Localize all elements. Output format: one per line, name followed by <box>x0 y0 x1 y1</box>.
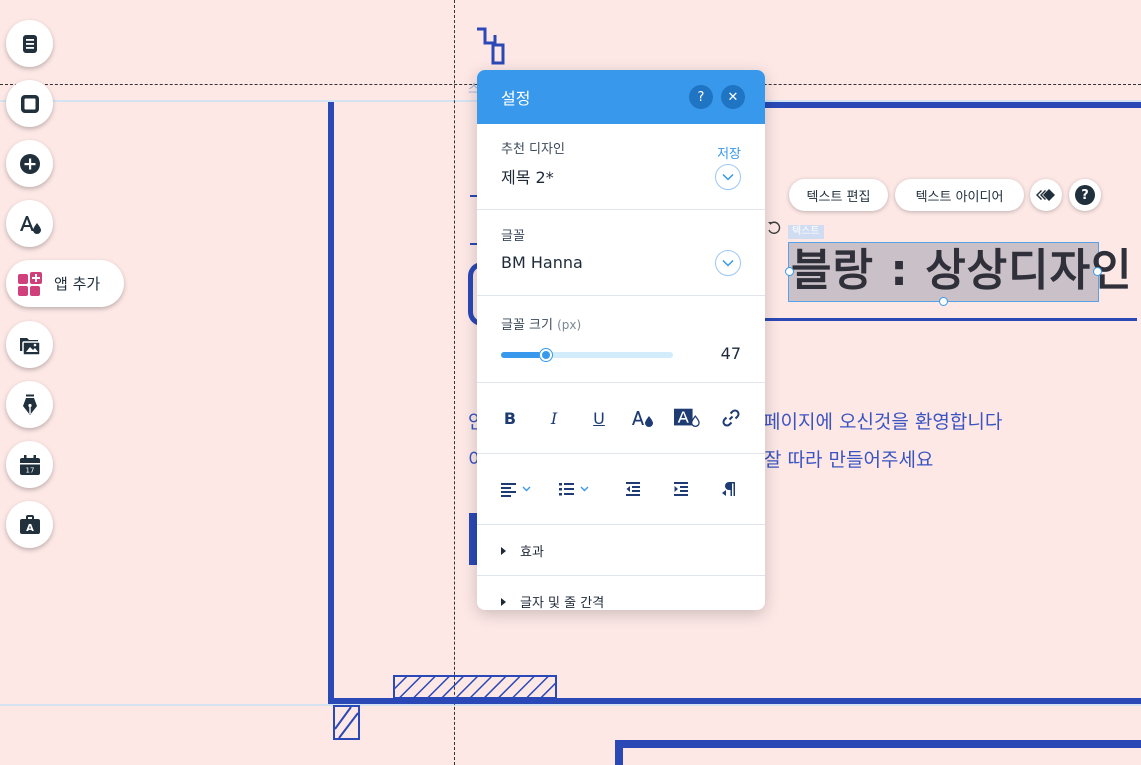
text-direction-button[interactable] <box>716 476 742 502</box>
text-color-button[interactable] <box>630 405 656 431</box>
animation-button[interactable] <box>1030 179 1062 211</box>
decrease-indent-button[interactable] <box>620 476 646 502</box>
underline-button[interactable]: U <box>586 405 612 431</box>
frame-left-border <box>328 102 334 704</box>
effects-section[interactable]: 효과 <box>477 525 765 576</box>
media-button[interactable] <box>6 321 53 368</box>
pen-nib-icon <box>22 394 37 415</box>
chevron-down-icon <box>722 173 734 181</box>
effects-label: 효과 <box>520 545 544 560</box>
paragraph-section <box>477 454 765 525</box>
slider-handle[interactable] <box>539 348 553 362</box>
frame-top-border <box>760 102 1141 108</box>
pages-icon <box>22 34 37 53</box>
font-size-slider[interactable] <box>501 348 673 362</box>
help-icon: ? <box>1075 185 1095 205</box>
guide-line-bottom <box>0 704 1141 706</box>
svg-text:A: A <box>26 523 34 534</box>
pages-button[interactable] <box>6 20 53 67</box>
heading-underline <box>765 318 1137 321</box>
spacing-label: 글자 및 줄 간격 <box>520 596 605 610</box>
heading-text[interactable]: 블랑 : 상상디자인 <box>791 245 1133 297</box>
lower-frame-top <box>615 740 1141 748</box>
element-type-tag: 텍스트 <box>788 225 824 239</box>
edit-text-button[interactable]: 텍스트 편집 <box>789 179 888 211</box>
help-button[interactable]: ? <box>689 85 713 109</box>
background-button[interactable] <box>6 80 53 127</box>
font-size-unit: (px) <box>557 318 582 332</box>
theme-icon <box>19 215 41 234</box>
close-button[interactable]: ✕ <box>721 85 745 109</box>
indent-icon <box>674 482 688 496</box>
design-label: 추천 디자인 <box>501 142 565 157</box>
design-dropdown-button[interactable] <box>715 164 741 190</box>
my-business-button[interactable]: A <box>6 501 53 548</box>
welcome-line: 페이지에 오신것을 환영합니다 <box>763 411 1003 433</box>
font-section: 글꼴 BM Hanna <box>477 210 765 296</box>
animation-icon <box>1036 189 1055 201</box>
svg-text:17: 17 <box>25 466 34 474</box>
instruction-line: 잘 따라 만들어주세요 <box>764 449 934 471</box>
font-size-label-text: 글꼴 크기 <box>501 318 553 333</box>
link-icon <box>722 409 740 427</box>
background-icon <box>20 94 39 113</box>
element-help-button[interactable]: ? <box>1069 179 1101 211</box>
font-value[interactable]: BM Hanna <box>501 253 583 272</box>
outdent-icon <box>626 482 640 496</box>
theme-button[interactable] <box>6 200 53 247</box>
alignment-dropdown[interactable] <box>497 476 537 502</box>
media-icon <box>19 337 41 356</box>
text-color-icon <box>632 411 653 427</box>
effects-accordion[interactable]: 효과 <box>501 541 544 560</box>
design-section: 추천 디자인 저장 제목 2* <box>477 124 765 210</box>
resize-handle-bottom[interactable] <box>939 297 948 306</box>
bookings-button[interactable]: 17 <box>6 441 53 488</box>
briefcase-icon: A <box>19 514 40 534</box>
logo-shape-icon <box>474 27 506 67</box>
highlight-button[interactable] <box>674 405 700 431</box>
bullet-list-icon <box>559 483 589 496</box>
section-resize-handle[interactable] <box>393 675 557 699</box>
increase-indent-button[interactable] <box>668 476 694 502</box>
font-label: 글꼴 <box>501 229 525 244</box>
blog-button[interactable] <box>6 381 53 428</box>
vertical-guide <box>454 0 455 765</box>
italic-button[interactable]: I <box>541 405 567 431</box>
font-size-section: 글꼴 크기 (px) 47 <box>477 296 765 383</box>
text-ideas-button[interactable]: 텍스트 아이디어 <box>895 179 1024 211</box>
spacing-section[interactable]: 글자 및 줄 간격 <box>477 576 765 610</box>
add-button[interactable] <box>6 140 53 187</box>
panel-header: 설정 ? ✕ <box>477 70 765 124</box>
caret-right-icon <box>501 597 506 606</box>
font-size-value[interactable]: 47 <box>721 344 741 363</box>
font-size-label: 글꼴 크기 (px) <box>501 314 581 333</box>
align-left-icon <box>501 483 531 497</box>
rotate-icon[interactable] <box>766 220 782 236</box>
resize-handle-right[interactable] <box>1093 267 1102 276</box>
save-design-link[interactable]: 저장 <box>717 143 741 162</box>
spacing-accordion[interactable]: 글자 및 줄 간격 <box>501 592 604 610</box>
selected-heading-text[interactable]: 블랑 : 상상디자인 <box>785 242 1132 306</box>
chevron-down-icon <box>722 259 734 267</box>
list-dropdown[interactable] <box>555 476 595 502</box>
add-icon <box>19 153 40 174</box>
app-add-label: 앱 추가 <box>54 275 101 293</box>
calendar-icon: 17 <box>19 454 40 475</box>
app-market-icon <box>18 271 42 296</box>
bold-button[interactable]: B <box>497 405 523 431</box>
panel-title: 설정 <box>501 89 531 108</box>
paragraph-direction-icon <box>722 482 735 496</box>
app-add-button[interactable]: 앱 추가 <box>6 260 124 307</box>
resize-handle-left[interactable] <box>785 267 794 276</box>
format-section: B I U <box>477 383 765 454</box>
anchor-hatch <box>333 705 360 740</box>
caret-right-icon <box>501 546 506 555</box>
link-button[interactable] <box>718 405 744 431</box>
design-value: 제목 2* <box>501 168 554 187</box>
lower-frame-left <box>615 740 623 765</box>
text-settings-panel: 설정 ? ✕ 추천 디자인 저장 제목 2* 글꼴 BM Hanna 글꼴 크기… <box>477 70 765 610</box>
font-dropdown-button[interactable] <box>715 250 741 276</box>
highlight-icon <box>674 408 700 427</box>
